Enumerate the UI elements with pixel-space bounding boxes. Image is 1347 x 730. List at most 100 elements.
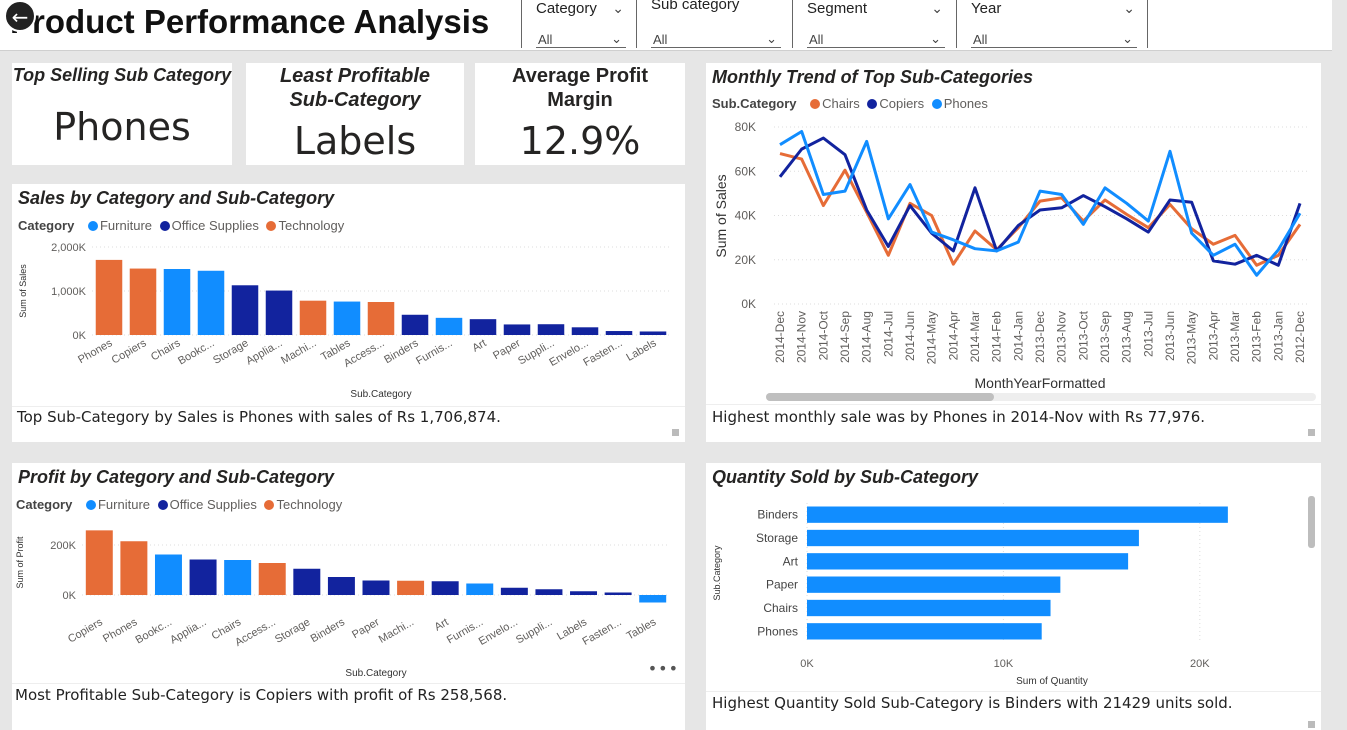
quantity-chart-card[interactable]: Quantity Sold by Sub-Category 0K 10K 20K Bi… [706, 463, 1321, 730]
y-axis-label: Sum of Sales [713, 174, 729, 257]
bar [327, 577, 355, 595]
bar [85, 530, 113, 595]
bar [431, 581, 459, 595]
x-tick-label: 2014-Feb [990, 311, 1004, 363]
kpi-average-margin-card[interactable]: Average Profit Margin 12.9% [475, 63, 685, 165]
x-tick-label: Binders [309, 616, 348, 645]
x-tick-label: 2013-Jul [1141, 311, 1155, 357]
bar [500, 587, 528, 595]
bar [807, 623, 1042, 640]
bar [807, 599, 1051, 617]
x-tick-label: Phones [101, 616, 140, 645]
x-tick-label: 2013-Jan [1271, 311, 1285, 361]
x-tick-label: Furnis... [414, 337, 454, 367]
x-tick-label: 2013-Nov [1055, 311, 1069, 363]
kpi-title: Sub-Category [289, 89, 421, 111]
x-axis-label: Sum of Quantity [1016, 676, 1088, 687]
quantity-bar-chart: 0K 10K 20K Binders Storage Art Paper Chairs Phon… [712, 503, 1228, 687]
bar [570, 591, 598, 595]
x-tick-label: 2014-Sep [838, 311, 852, 363]
horizontal-scrollbar-thumb[interactable] [766, 393, 994, 401]
sales-chart-card[interactable]: Sales by Category and Sub-Category Categ… [12, 184, 685, 442]
y-tick-label: 0K [741, 297, 756, 311]
chevron-down-icon[interactable]: ⌄ [1123, 0, 1135, 17]
slicer-underline [807, 47, 945, 48]
resize-handle[interactable] [672, 429, 679, 436]
y-tick-label: 20K [735, 253, 756, 267]
x-tick-label: Storage [273, 616, 312, 646]
kpi-value: Labels [293, 119, 417, 163]
bar [435, 317, 463, 335]
profit-chart-card[interactable]: Profit by Category and Sub-Category Cate… [12, 463, 685, 730]
slicer-label: Year [971, 0, 1002, 17]
bar [154, 554, 182, 595]
vertical-scrollbar-thumb[interactable] [1308, 496, 1315, 548]
slicer-value[interactable]: All [809, 32, 823, 47]
report-header: Product Performance Analysis ← Category … [0, 0, 1332, 51]
y-tick-label: Storage [756, 531, 798, 545]
chevron-down-icon[interactable]: ⌄ [612, 0, 624, 17]
x-tick-label: 2014-Dec [773, 311, 787, 363]
bar [503, 324, 531, 335]
vertical-scrollbar[interactable] [1308, 496, 1315, 548]
kpi-title: Least Profitable [279, 65, 431, 87]
circle-arrow-left-icon[interactable]: ← [4, 0, 36, 32]
slicer-value[interactable]: All [973, 32, 987, 47]
bar [189, 559, 217, 595]
x-tick-label: Copiers [66, 616, 105, 646]
trend-chart-card[interactable]: Monthly Trend of Top Sub-Categories Sub.… [706, 63, 1321, 442]
year-slicer[interactable]: Year ⌄ All ⌄ [956, 0, 1148, 48]
chevron-down-icon[interactable]: ⌄ [766, 31, 777, 47]
x-tick-label: 2014-Mar [968, 311, 982, 362]
divider [706, 404, 1321, 405]
x-tick-label: Storage [211, 337, 250, 367]
bar [535, 589, 563, 595]
kpi-title: Average Profit [512, 65, 648, 87]
kpi-least-profitable-card[interactable]: Least Profitable Sub-Category Labels [246, 63, 464, 165]
resize-handle[interactable] [1308, 429, 1315, 436]
x-tick-label: 2013-Dec [1033, 311, 1047, 363]
x-tick-label: Art [470, 337, 488, 354]
y-tick-label: Chairs [763, 601, 798, 615]
chevron-down-icon[interactable]: ⌄ [930, 31, 941, 47]
bar [362, 580, 390, 595]
x-tick-label: 2013-Feb [1250, 311, 1264, 363]
trend-line-chart: 0K 20K 40K 60K 80K 2014-Dec 2014-Nov 2014-Oct 20… [713, 120, 1310, 391]
slicer-value[interactable]: All [653, 32, 667, 47]
slicer-value[interactable]: All [538, 32, 552, 47]
kpi-top-selling-card[interactable]: Top Selling Sub Category Phones [12, 63, 232, 165]
bar [299, 300, 327, 335]
bar [231, 285, 259, 335]
y-tick-label: Binders [757, 508, 798, 522]
y-axis-label: Sub.Category [712, 545, 722, 601]
x-tick-label: 2014-Nov [795, 311, 809, 363]
y-tick-label: 0K [73, 330, 87, 342]
chevron-down-icon[interactable]: ⌄ [1122, 31, 1133, 47]
category-slicer[interactable]: Category ⌄ All ⌄ [521, 0, 636, 48]
more-options-icon[interactable]: ••• [648, 659, 679, 678]
bar [129, 268, 157, 335]
x-tick-label: Bookc... [176, 337, 216, 367]
segment-slicer[interactable]: Segment ⌄ All ⌄ [792, 0, 955, 48]
horizontal-scrollbar-track[interactable] [766, 393, 1316, 401]
sub-category-slicer[interactable]: Sub category All ⌄ [636, 0, 791, 48]
profit-summary-text: Most Profitable Sub-Category is Copiers … [15, 686, 508, 704]
sales-bar-chart: 0K1,000K2,000KPhonesCopiers ChairsBookc..… [18, 242, 670, 400]
chevron-down-icon[interactable]: ⌄ [611, 31, 622, 47]
y-axis-label: Sum of Sales [18, 264, 28, 318]
bar [807, 506, 1228, 523]
x-tick-label: 2014-Jul [881, 311, 895, 357]
x-tick-label: Art [432, 616, 450, 633]
x-axis-label: MonthYearFormatted [975, 375, 1106, 391]
x-tick-label: Machi... [377, 616, 416, 646]
resize-handle[interactable] [1308, 721, 1315, 728]
slicer-underline [971, 47, 1137, 48]
x-tick-label: 2013-Mar [1228, 311, 1242, 362]
x-tick-label: Suppli... [514, 616, 554, 646]
x-tick-label: 2013-Aug [1120, 311, 1134, 363]
bar [95, 259, 123, 335]
chevron-down-icon[interactable]: ⌄ [931, 0, 943, 17]
bar [571, 327, 599, 335]
y-tick-label: Phones [757, 624, 798, 638]
bar [265, 290, 293, 335]
